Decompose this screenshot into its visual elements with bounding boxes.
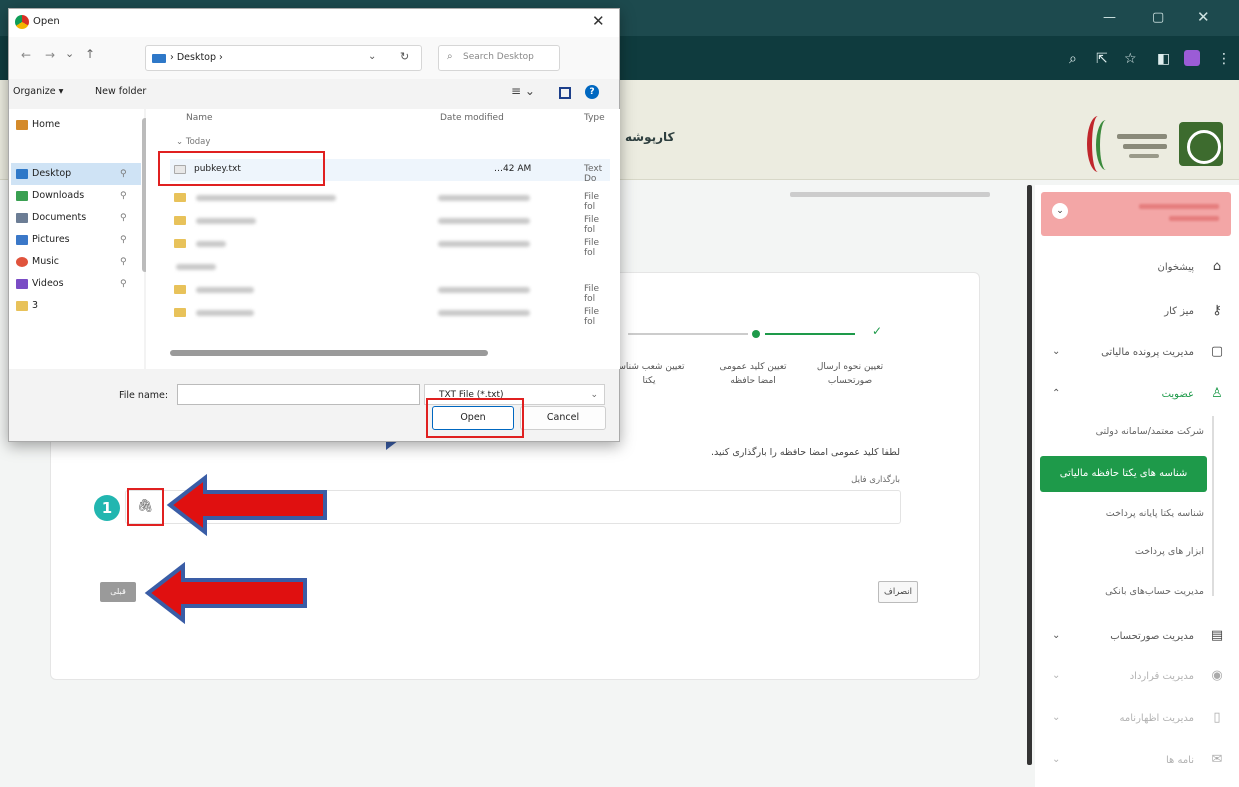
refresh-icon[interactable]: ↻ xyxy=(400,50,409,63)
nav-folder-3[interactable]: 3 xyxy=(16,296,38,316)
folder-icon xyxy=(16,300,28,311)
home-icon xyxy=(16,119,28,130)
folder-icon xyxy=(174,193,186,202)
close-icon[interactable]: ✕ xyxy=(592,12,605,30)
pin-icon: ⚲ xyxy=(120,191,127,201)
back-icon[interactable]: ← xyxy=(21,48,31,62)
column-name[interactable]: Name xyxy=(186,113,213,123)
documents-icon xyxy=(16,212,28,223)
organize-button[interactable]: Organize ▾ xyxy=(13,86,63,97)
column-date[interactable]: Date modified xyxy=(440,113,504,123)
desktop-icon xyxy=(16,168,28,179)
pin-icon: ⚲ xyxy=(120,235,127,245)
pin-icon: ⚲ xyxy=(120,257,127,267)
new-folder-button[interactable]: New folder xyxy=(95,86,146,97)
path-bar[interactable]: › Desktop › ⌄ ↻ xyxy=(145,45,422,71)
nav-documents[interactable]: Documents ⚲ xyxy=(16,208,127,228)
path-desktop: Desktop xyxy=(176,52,217,63)
chevron-down-icon: ⌄ xyxy=(590,390,598,400)
folder-icon xyxy=(174,308,186,317)
nav-pictures[interactable]: Pictures ⚲ xyxy=(16,230,127,250)
nav-desktop[interactable]: Desktop ⚲ xyxy=(16,164,127,184)
list-item[interactable]: File fol xyxy=(170,210,610,235)
list-item[interactable]: File fol xyxy=(170,302,610,327)
dialog-titlebar: Open xyxy=(9,9,619,37)
desktop-icon xyxy=(152,54,166,63)
group-header xyxy=(170,256,610,278)
horizontal-scrollbar[interactable] xyxy=(170,350,488,356)
pin-icon: ⚲ xyxy=(120,169,127,179)
arrow-to-prev xyxy=(144,561,307,625)
view-icon[interactable]: ≡ ⌄ xyxy=(511,84,535,98)
list-item[interactable]: File fol xyxy=(170,233,610,258)
file-name-input[interactable] xyxy=(177,384,420,405)
arrow-to-attach xyxy=(166,473,327,537)
highlight-file xyxy=(158,151,325,186)
dialog-footer xyxy=(9,369,619,441)
file-date: …42 AM xyxy=(494,164,532,174)
pin-icon: ⚲ xyxy=(120,213,127,223)
history-chevron-icon[interactable]: ⌄ xyxy=(65,47,74,60)
group-today: Today xyxy=(185,137,211,147)
nav-music[interactable]: Music ⚲ xyxy=(16,252,127,272)
path-dropdown-icon[interactable]: ⌄ xyxy=(368,51,376,62)
nav-videos[interactable]: Videos ⚲ xyxy=(16,274,127,294)
highlight-open xyxy=(426,398,524,438)
forward-icon[interactable]: → xyxy=(45,48,55,62)
dialog-title: Open xyxy=(33,16,60,27)
videos-icon xyxy=(16,278,28,289)
help-icon[interactable]: ? xyxy=(585,85,599,99)
chrome-logo-icon xyxy=(15,15,29,29)
up-icon[interactable]: ↑ xyxy=(85,47,95,61)
list-item[interactable]: File fol xyxy=(170,279,610,304)
file-type: Text Do xyxy=(584,164,603,184)
dialog-commandbar: Organize ▾ New folder ≡ ⌄ ? xyxy=(9,79,619,109)
pin-icon: ⚲ xyxy=(120,279,127,289)
preview-pane-icon[interactable] xyxy=(559,87,571,99)
search-icon: ⌕ xyxy=(447,51,453,62)
column-type[interactable]: Type xyxy=(584,113,605,123)
file-name-label: File name: xyxy=(119,390,169,401)
nav-downloads[interactable]: Downloads ⚲ xyxy=(16,186,127,206)
folder-icon xyxy=(174,285,186,294)
list-item[interactable]: File fol xyxy=(170,187,610,212)
nav-home[interactable]: Home xyxy=(16,115,60,135)
music-icon xyxy=(16,256,28,267)
folder-icon xyxy=(174,239,186,248)
folder-icon xyxy=(174,216,186,225)
search-box[interactable]: ⌕ Search Desktop xyxy=(438,45,560,71)
dialog-cancel-button[interactable]: Cancel xyxy=(520,406,606,430)
search-placeholder: Search Desktop xyxy=(463,52,534,62)
downloads-icon xyxy=(16,190,28,201)
pictures-icon xyxy=(16,234,28,245)
